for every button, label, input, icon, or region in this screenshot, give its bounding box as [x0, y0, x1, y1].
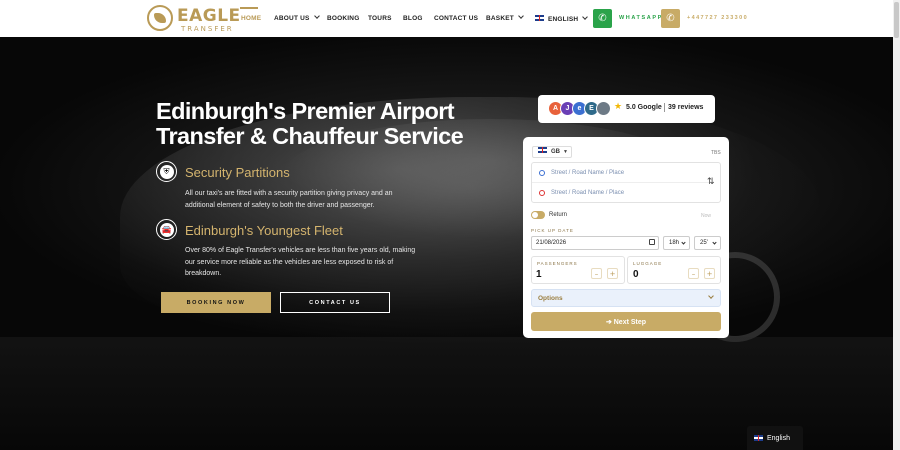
chevron-down-icon	[582, 14, 589, 20]
chevron-down-icon	[518, 13, 524, 19]
options-label: Options	[538, 295, 563, 302]
return-label: Return	[549, 212, 568, 218]
feature-title-security: Security Partitions	[185, 165, 290, 180]
luggage-label: LUGGAGE	[633, 261, 663, 266]
avatar-photo	[596, 101, 611, 116]
pickup-pin-icon	[539, 170, 545, 176]
scrollbar-thumb[interactable]	[894, 2, 899, 38]
nav-contact-us[interactable]: CONTACT US	[434, 15, 478, 22]
shield-icon: ⛨	[156, 161, 177, 182]
divider	[664, 103, 665, 112]
now-button[interactable]: Now	[692, 211, 720, 220]
uk-flag-icon	[538, 147, 547, 153]
feature-text-fleet: Over 80% of Eagle Transfer's vehicles ar…	[185, 247, 416, 277]
luggage-minus-button[interactable]: –	[688, 268, 699, 279]
dropoff-address-input[interactable]: Street / Road Name / Place	[551, 190, 624, 196]
eagle-transfer-logo[interactable]: EAGLE TRANSFER	[147, 5, 240, 33]
nav-booking[interactable]: BOOKING	[327, 15, 359, 22]
feature-text-security: All our taxi's are fitted with a securit…	[185, 190, 393, 209]
whatsapp-button[interactable]: ✆	[593, 9, 612, 28]
nav-home[interactable]: HOME	[241, 15, 261, 22]
pickup-address-input[interactable]: Street / Road Name / Place	[551, 170, 624, 176]
hour-value: 18h	[669, 240, 680, 246]
dropoff-pin-icon	[539, 190, 545, 196]
contact-us-button[interactable]: CONTACT US	[280, 292, 390, 313]
uk-flag-icon	[535, 15, 544, 21]
nav-about-us-label: ABOUT US	[274, 15, 310, 22]
country-select[interactable]: GB ▼	[532, 146, 572, 158]
calendar-icon[interactable]	[649, 239, 655, 245]
divider	[532, 182, 712, 183]
call-button[interactable]: ✆	[661, 9, 680, 28]
feature-title-fleet: Edinburgh's Youngest Fleet	[185, 223, 343, 238]
review-score: 5.0 Google	[626, 104, 662, 111]
logo-tagline: TRANSFER	[181, 25, 234, 33]
language-widget-label: English	[767, 434, 790, 442]
caret-down-icon: ▼	[563, 149, 568, 155]
booking-now-button[interactable]: BOOKING NOW	[161, 292, 271, 313]
nav-language-label: ENGLISH	[548, 16, 579, 23]
review-count[interactable]: 39 reviews	[668, 104, 703, 111]
chevron-down-icon	[313, 13, 320, 19]
tbs-label: TBS	[711, 150, 721, 156]
nav-tours[interactable]: TOURS	[368, 15, 392, 22]
hour-select[interactable]: 18h	[663, 236, 690, 250]
passengers-value[interactable]: 1	[536, 269, 542, 280]
minute-select[interactable]: 25'	[694, 236, 721, 250]
passengers-plus-button[interactable]: +	[607, 268, 618, 279]
nav-language[interactable]: ENGLISH	[535, 14, 589, 23]
uk-flag-icon	[754, 435, 763, 441]
active-indicator	[240, 7, 258, 9]
nav-about-us[interactable]: ABOUT US	[274, 13, 320, 22]
luggage-plus-button[interactable]: +	[704, 268, 715, 279]
luggage-value[interactable]: 0	[633, 269, 639, 280]
logo-word: EAGLE	[177, 6, 241, 26]
scrollbar-track[interactable]	[893, 0, 900, 450]
phone-number[interactable]: +447727 233300	[687, 15, 748, 21]
pickup-date-input[interactable]: 21/08/2026	[531, 236, 659, 250]
nav-basket[interactable]: BASKET	[486, 13, 524, 22]
phone-icon: ✆	[598, 13, 607, 24]
hero-title: Edinburgh's Premier Airport Transfer & C…	[156, 98, 464, 149]
minute-value: 25'	[700, 240, 708, 246]
pickup-date-label: PICK UP DATE	[531, 228, 574, 233]
return-toggle[interactable]	[531, 211, 545, 219]
top-navbar: EAGLE TRANSFER HOME ABOUT US BOOKING TOU…	[0, 0, 893, 37]
phone-icon: ✆	[666, 13, 675, 24]
country-code: GB	[551, 149, 560, 155]
next-step-button[interactable]: ➔ Next Step	[531, 312, 721, 331]
eagle-icon	[147, 5, 173, 31]
nav-blog[interactable]: BLOG	[403, 15, 423, 22]
passengers-label: PASSENGERS	[537, 261, 578, 266]
star-icon: ★	[614, 102, 623, 112]
car-icon: 🚘	[156, 219, 177, 240]
chevron-down-icon	[681, 240, 686, 245]
swap-icon[interactable]: ⇅	[707, 177, 715, 187]
passengers-minus-button[interactable]: –	[591, 268, 602, 279]
whatsapp-label[interactable]: WHATSAPP	[619, 15, 663, 21]
language-switcher-widget[interactable]: English	[747, 426, 803, 450]
nav-basket-label: BASKET	[486, 15, 514, 22]
chevron-down-icon	[712, 240, 717, 245]
